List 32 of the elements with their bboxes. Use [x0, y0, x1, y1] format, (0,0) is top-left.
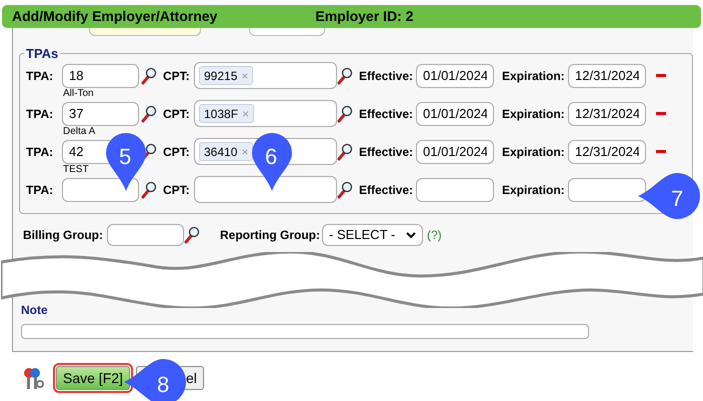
step-callout-tooltip: 8 — [124, 359, 186, 401]
field-label: CPT: — [163, 144, 191, 160]
field-label: CPT: — [163, 68, 191, 84]
field-label: TPA: — [26, 144, 54, 160]
field-label: TPA: — [26, 182, 54, 198]
tpa-name: TEST — [62, 164, 90, 174]
field-label: TPA: — [26, 68, 54, 84]
step-callout-tooltip: 5 — [106, 133, 146, 191]
tag-label: 99215 — [204, 68, 238, 84]
group-title: Note — [21, 303, 48, 317]
field-label: Expiration: — [502, 106, 566, 122]
field-label: Billing Group: — [23, 227, 104, 244]
tpa-name: All-Ton — [62, 88, 95, 98]
field-label: Reporting Group: — [220, 227, 321, 244]
step-callout-tooltip: 6 — [252, 133, 292, 191]
tpa-name: Delta A — [62, 126, 96, 136]
tag-label: 1038F — [204, 106, 238, 122]
field-label: Effective: — [359, 144, 414, 160]
group-title: TPAs — [25, 45, 60, 63]
field-label: Effective: — [359, 68, 414, 84]
field-label: CPT: — [163, 106, 191, 122]
field-label: Expiration: — [502, 144, 566, 160]
field-label: Expiration: — [502, 68, 566, 84]
field-label: Effective: — [359, 182, 414, 198]
field-label: Effective: — [359, 106, 414, 122]
field-label: Expiration: — [502, 182, 566, 198]
tag-label: 36410 — [204, 144, 238, 160]
employer-id: Employer ID: 2 — [315, 7, 414, 26]
window-title: Add/Modify Employer/Attorney — [12, 7, 218, 26]
step-callout-tooltip: 7 — [638, 173, 700, 219]
field-label: CPT: — [163, 182, 191, 198]
field-label: TPA: — [26, 106, 54, 122]
